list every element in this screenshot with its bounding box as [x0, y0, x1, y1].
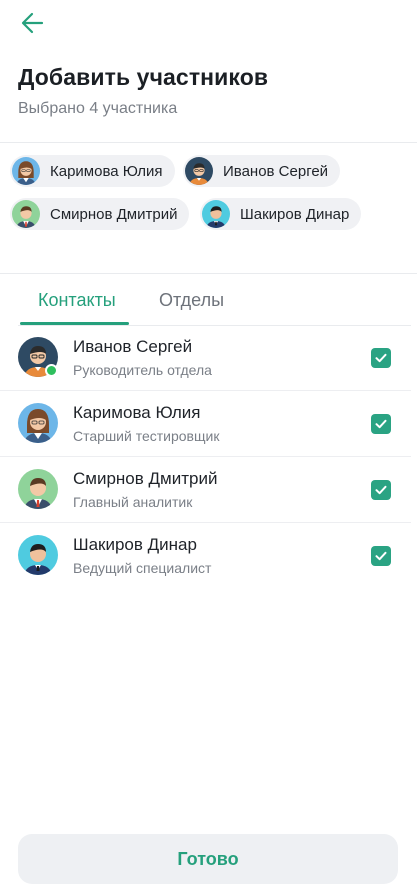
avatar	[202, 200, 230, 228]
avatar	[12, 157, 40, 185]
online-status-dot	[45, 364, 58, 377]
contact-checkbox[interactable]	[371, 414, 391, 434]
tab-departments[interactable]: Отделы	[159, 290, 224, 311]
avatar	[185, 157, 213, 185]
done-button[interactable]: Готово	[18, 834, 398, 884]
contact-role: Старший тестировщик	[73, 428, 220, 444]
chip-label: Каримова Юлия	[50, 162, 163, 180]
chip-label: Шакиров Динар	[240, 205, 350, 223]
contact-name: Смирнов Дмитрий	[73, 469, 218, 488]
selected-chip[interactable]: Иванов Сергей	[183, 155, 341, 187]
contact-name: Иванов Сергей	[73, 337, 193, 356]
chip-label: Смирнов Дмитрий	[50, 205, 178, 223]
tab-contacts[interactable]: Контакты	[38, 290, 116, 311]
avatar	[18, 403, 58, 443]
checkmark-icon	[375, 353, 387, 363]
contact-checkbox[interactable]	[371, 546, 391, 566]
arrow-left-icon	[21, 12, 44, 34]
contact-role: Ведущий специалист	[73, 560, 212, 576]
checkmark-icon	[375, 551, 387, 561]
contact-row[interactable]: Иванов Сергей Руководитель отдела	[0, 325, 411, 391]
contact-row[interactable]: Шакиров Динар Ведущий специалист	[0, 523, 411, 589]
contact-name: Шакиров Динар	[73, 535, 197, 554]
selected-chip[interactable]: Каримова Юлия	[10, 155, 175, 187]
contact-row[interactable]: Каримова Юлия Старший тестировщик	[0, 391, 411, 457]
contact-checkbox[interactable]	[371, 480, 391, 500]
selected-chip[interactable]: Смирнов Дмитрий	[10, 198, 190, 230]
checkmark-icon	[375, 485, 387, 495]
selection-count: Выбрано 4 участника	[18, 100, 178, 117]
avatar	[18, 469, 58, 509]
contact-role: Руководитель отдела	[73, 362, 212, 378]
divider	[0, 142, 417, 143]
page-title: Добавить участников	[18, 64, 269, 90]
avatar	[18, 535, 58, 575]
contact-role: Главный аналитик	[73, 494, 193, 510]
chip-label: Иванов Сергей	[223, 162, 329, 180]
contact-name: Каримова Юлия	[73, 403, 201, 422]
avatar	[12, 200, 40, 228]
checkmark-icon	[375, 419, 387, 429]
back-button[interactable]	[20, 10, 46, 36]
selected-chip[interactable]: Шакиров Динар	[200, 198, 362, 230]
divider	[0, 273, 417, 274]
tab-bar: Контакты Отделы	[18, 282, 411, 326]
contact-row[interactable]: Смирнов Дмитрий Главный аналитик	[0, 457, 411, 523]
contact-checkbox[interactable]	[371, 348, 391, 368]
